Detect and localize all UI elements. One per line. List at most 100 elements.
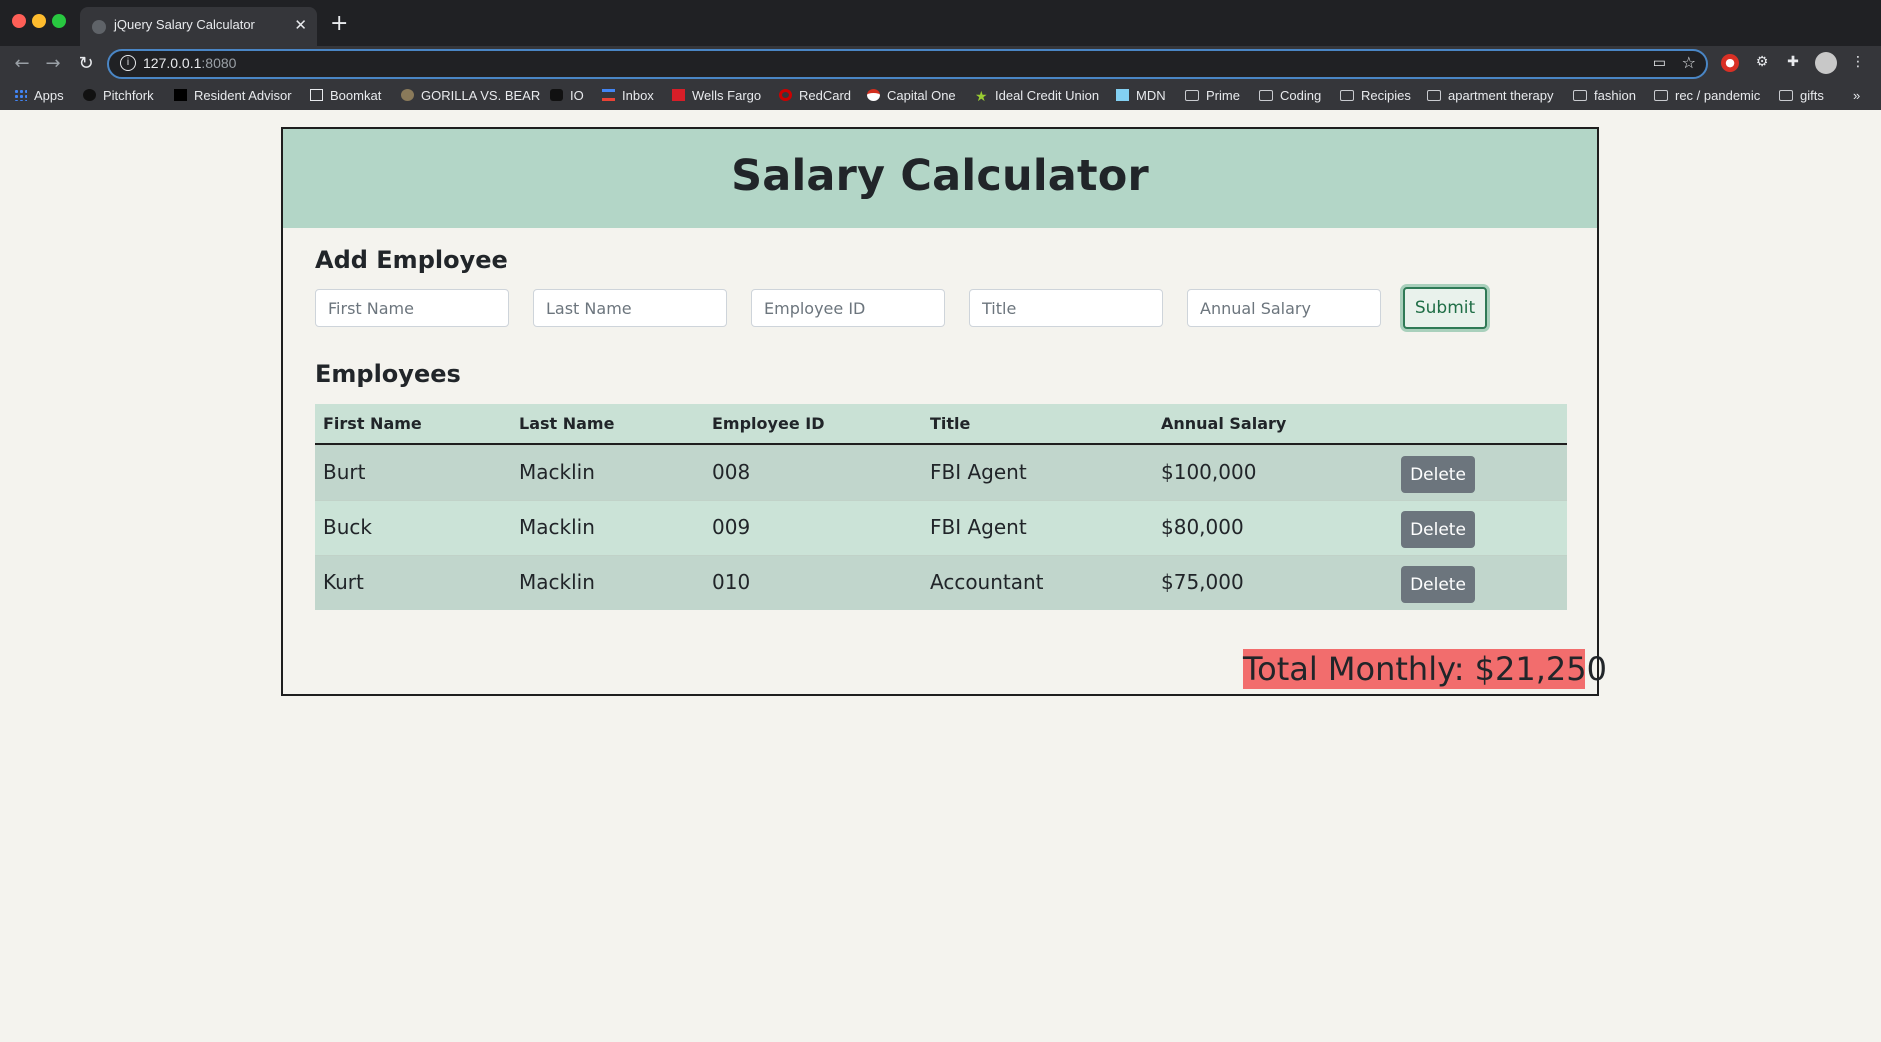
cell-first-name: Kurt	[323, 570, 364, 594]
bookmark-label: Ideal Credit Union	[995, 88, 1100, 103]
delete-button[interactable]: Delete	[1401, 566, 1475, 603]
folder-icon	[1779, 90, 1793, 101]
annual-salary-input[interactable]	[1188, 290, 1380, 326]
bookmark-label: rec / pandemic	[1675, 88, 1761, 103]
bookmark-io[interactable]: IO	[550, 88, 584, 103]
globe-icon	[92, 20, 106, 34]
bookmark-recipies[interactable]: Recipies	[1340, 88, 1411, 103]
cell-employee-id: 009	[712, 515, 751, 539]
delete-button[interactable]: Delete	[1401, 511, 1475, 548]
cell-first-name: Burt	[323, 460, 366, 484]
bookmark-label: GORILLA VS. BEAR	[421, 88, 541, 103]
app-header: Salary Calculator	[283, 129, 1597, 228]
tab-title: jQuery Salary Calculator	[114, 17, 255, 32]
cell-employee-id: 008	[712, 460, 751, 484]
bookmark-ideal-credit-union[interactable]: ★ Ideal Credit Union	[975, 88, 1099, 103]
add-employee-heading: Add Employee	[315, 246, 508, 274]
bookmark-apartment-therapy[interactable]: apartment therapy	[1427, 88, 1554, 103]
folder-icon	[1259, 90, 1273, 101]
folder-icon	[1573, 90, 1587, 101]
bookmark-capital-one[interactable]: Capital One	[867, 88, 956, 103]
bookmark-label: Recipies	[1361, 88, 1411, 103]
target-icon	[779, 89, 792, 101]
column-header-title: Title	[930, 414, 971, 433]
info-icon[interactable]: i	[120, 55, 136, 71]
employees-table: First Name Last Name Employee ID Title A…	[315, 404, 1567, 610]
table-header-row: First Name Last Name Employee ID Title A…	[315, 404, 1567, 445]
bookmark-gorilla-vs-bear[interactable]: GORILLA VS. BEAR	[401, 88, 540, 103]
bookmark-redcard[interactable]: RedCard	[779, 88, 851, 103]
title-input[interactable]	[970, 290, 1162, 326]
pitchfork-icon	[83, 89, 96, 101]
folder-icon	[1427, 90, 1441, 101]
bookmark-pitchfork[interactable]: Pitchfork	[83, 88, 154, 103]
cell-annual-salary: $75,000	[1161, 570, 1244, 594]
capital-one-icon	[867, 89, 880, 101]
reload-icon[interactable]: ↻	[76, 53, 96, 74]
url-text[interactable]: 127.0.0.1:8080	[143, 55, 236, 71]
bookmark-label: RedCard	[799, 88, 852, 103]
bookmark-wells-fargo[interactable]: Wells Fargo	[672, 88, 761, 103]
browser-chrome: jQuery Salary Calculator ✕ + ← → ↻ i 127…	[0, 0, 1881, 110]
first-name-field[interactable]	[315, 289, 509, 327]
submit-button[interactable]: Submit	[1403, 287, 1487, 329]
bookmark-label: gifts	[1800, 88, 1824, 103]
employees-heading: Employees	[315, 360, 461, 388]
bookmark-inbox[interactable]: Inbox	[602, 88, 654, 103]
more-menu-icon[interactable]: ⋮	[1849, 54, 1867, 72]
folder-icon	[1654, 90, 1668, 101]
total-monthly: Total Monthly: $21,250	[1243, 649, 1607, 689]
bookmark-label: Coding	[1280, 88, 1322, 103]
url-host: 127.0.0.1	[143, 55, 202, 71]
cell-title: Accountant	[930, 570, 1044, 594]
address-bar[interactable]: i 127.0.0.1:8080 ▭ ☆	[107, 49, 1708, 79]
bookmark-rec-pandemic[interactable]: rec / pandemic	[1654, 88, 1760, 103]
bookmark-label: Boomkat	[330, 88, 382, 103]
salary-calculator-app: Salary Calculator Add Employee Submit Em…	[281, 127, 1607, 696]
profile-avatar[interactable]	[1815, 52, 1837, 74]
close-window-button[interactable]	[12, 14, 26, 28]
extension-red-icon[interactable]: ●	[1721, 54, 1739, 72]
last-name-field[interactable]	[533, 289, 727, 327]
annual-salary-field[interactable]	[1187, 289, 1381, 327]
bookmark-resident-advisor[interactable]: Resident Advisor	[174, 88, 292, 103]
column-header-last-name: Last Name	[519, 414, 615, 433]
bookmark-label: Pitchfork	[103, 88, 154, 103]
gear-icon[interactable]: ⚙	[1753, 54, 1771, 72]
title-field[interactable]	[969, 289, 1163, 327]
delete-button[interactable]: Delete	[1401, 456, 1475, 493]
close-icon[interactable]: ✕	[294, 16, 307, 34]
bookmark-star-icon[interactable]: ☆	[1682, 53, 1696, 72]
bookmarks-overflow-button[interactable]: »	[1853, 88, 1860, 103]
table-row: Kurt Macklin 010 Accountant $75,000 Dele…	[315, 555, 1567, 610]
gmail-icon	[602, 89, 615, 101]
bookmark-mdn[interactable]: MDN	[1116, 88, 1166, 103]
employee-id-field[interactable]	[751, 289, 945, 327]
minimize-window-button[interactable]	[32, 14, 46, 28]
bookmark-gifts[interactable]: gifts	[1779, 88, 1824, 103]
browser-toolbar: ← → ↻ i 127.0.0.1:8080 ▭ ☆ ● ⚙ ✚ ⋮	[0, 46, 1881, 82]
cell-last-name: Macklin	[519, 460, 595, 484]
bookmark-boomkat[interactable]: Boomkat	[310, 88, 381, 103]
last-name-input[interactable]	[534, 290, 726, 326]
bookmark-label: apartment therapy	[1448, 88, 1554, 103]
new-tab-button[interactable]: +	[330, 11, 348, 36]
bookmark-fashion[interactable]: fashion	[1573, 88, 1636, 103]
employee-id-input[interactable]	[752, 290, 944, 326]
bookmark-apps[interactable]: Apps	[14, 88, 64, 103]
forward-arrow-icon[interactable]: →	[43, 53, 63, 74]
table-row: Buck Macklin 009 FBI Agent $80,000 Delet…	[315, 500, 1567, 555]
puzzle-icon[interactable]: ✚	[1784, 54, 1802, 72]
bookmark-coding[interactable]: Coding	[1259, 88, 1321, 103]
star-icon: ★	[975, 88, 988, 104]
first-name-input[interactable]	[316, 290, 508, 326]
bookmark-prime[interactable]: Prime	[1185, 88, 1240, 103]
mdn-icon	[1116, 89, 1129, 101]
column-header-first-name: First Name	[323, 414, 422, 433]
cast-icon[interactable]: ▭	[1653, 55, 1666, 71]
browser-tab[interactable]: jQuery Salary Calculator ✕	[80, 7, 317, 46]
maximize-window-button[interactable]	[52, 14, 66, 28]
column-header-annual-salary: Annual Salary	[1161, 414, 1287, 433]
gorilla-vs-bear-icon	[401, 89, 414, 101]
back-arrow-icon[interactable]: ←	[12, 53, 32, 74]
